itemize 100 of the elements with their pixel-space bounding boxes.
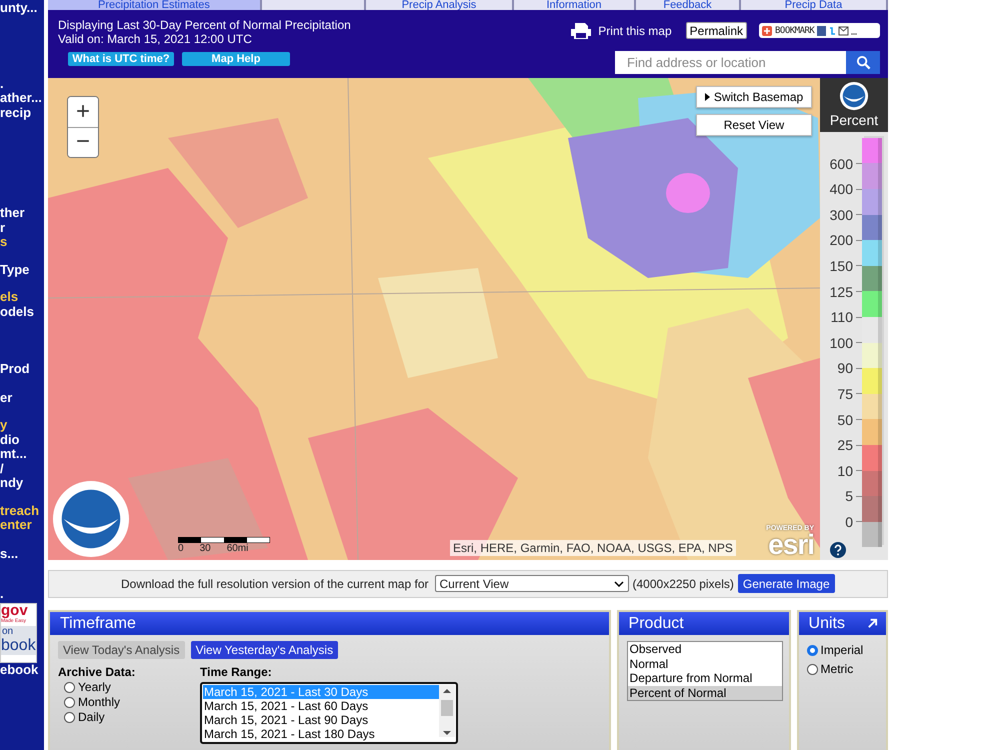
printer-icon[interactable] (570, 22, 592, 39)
legend-label: 0 (845, 514, 853, 530)
archive-label: Archive Data: (58, 664, 136, 680)
legend-label: 110 (830, 309, 853, 326)
legend-label: 125 (830, 284, 853, 300)
search-field[interactable]: Find address or location (615, 51, 846, 74)
legend-label: 400 (830, 181, 853, 198)
arrow-icon[interactable] (867, 618, 878, 629)
sidebar-link[interactable]: . (0, 76, 44, 91)
reset-view-button[interactable]: Reset View (696, 114, 812, 136)
sidebar-link[interactable]: y (0, 418, 44, 432)
sidebar-link[interactable]: . (0, 587, 44, 602)
legend-title: Percent (830, 110, 878, 129)
scale-label: 0 (178, 542, 184, 554)
list-option[interactable]: March 15, 2021 - Last 180 Days (203, 727, 439, 741)
radio-button[interactable] (64, 697, 75, 708)
sidebar-link[interactable]: ndy (0, 476, 44, 490)
legend-label: 75 (837, 386, 853, 402)
search-icon (856, 55, 870, 70)
seal-logo-icon (52, 480, 130, 558)
analysis-button[interactable]: View Today's Analysis (58, 641, 185, 659)
sidebar-link[interactable]: treach (0, 504, 44, 518)
sidebar-link[interactable]: er (0, 390, 44, 405)
legend-label: 300 (830, 206, 853, 223)
radio-button[interactable] (64, 682, 75, 693)
product-list[interactable]: Observed Normal Departure from Normal Percent of Normal (626, 641, 783, 701)
sidebar-link[interactable]: mt... (0, 447, 44, 462)
nav-tab[interactable]: Precip Analysis (366, 0, 514, 10)
generate-image-button[interactable]: Generate Image (738, 574, 835, 594)
analysis-button[interactable]: View Yesterday's Analysis (190, 641, 338, 659)
legend-label: 100 (830, 334, 853, 351)
help-icon[interactable] (830, 542, 846, 558)
panel-header-title: Units (808, 614, 845, 634)
nav-tab[interactable]: Information (514, 0, 636, 10)
legend-label: 200 (830, 232, 853, 248)
nav-tab[interactable]: Precip Data (741, 0, 888, 10)
legend-label: 50 (837, 412, 853, 428)
zoom-out-button[interactable]: − (68, 126, 98, 157)
nav-tab[interactable]: Precipitation Estimates (48, 0, 262, 10)
nav-tab[interactable] (262, 0, 366, 10)
radio-button[interactable] (806, 664, 818, 675)
scrollbar[interactable] (439, 685, 455, 737)
legend-label: 150 (830, 258, 853, 274)
panel-header: Product (618, 612, 789, 635)
sidebar-link[interactable]: s... (0, 546, 44, 561)
radio-label: Imperial (820, 642, 864, 659)
bookmark-button[interactable]: BOOKMARK (759, 23, 880, 38)
sidebar-link[interactable]: Type (0, 262, 44, 277)
radio-button[interactable] (806, 645, 818, 656)
radio-label: Daily (78, 710, 105, 725)
map-title: Displaying Last 30-Day Percent of Normal Precipitation (58, 18, 351, 32)
scale-label: 60mi (226, 542, 248, 554)
image-size: (4000x2250 pixels) (632, 576, 734, 591)
list-option[interactable]: March 15, 2021 - Last 90 Days (203, 713, 439, 727)
list-option[interactable]: Percent of Normal (628, 686, 782, 700)
legend-label: 5 (845, 488, 853, 504)
triangle-icon (704, 92, 710, 101)
legend-label: 600 (830, 156, 853, 172)
list-option[interactable]: March 15, 2021 - Last 60 Days (203, 699, 439, 713)
legend-label: 25 (837, 437, 853, 454)
sidebar-link[interactable]: odels (0, 304, 44, 319)
sidebar-link[interactable]: / (0, 462, 44, 476)
view-select[interactable]: Current View (434, 575, 628, 592)
legend-label: 10 (837, 462, 853, 479)
switch-basemap-button[interactable]: Switch Basemap (696, 86, 812, 108)
sidebar-link[interactable]: enter (0, 518, 44, 532)
banner-brand: gov (1, 604, 28, 618)
permalink-button[interactable]: Permalink (686, 22, 747, 40)
time-range-label: Time Range: (200, 664, 273, 680)
print-link[interactable]: Print this map (598, 24, 672, 38)
list-option[interactable]: Normal (628, 656, 782, 671)
sidebar-link[interactable]: r (0, 220, 44, 235)
legend-label: 90 (837, 360, 853, 376)
valid-time: Valid on: March 15, 2021 12:00 UTC (58, 32, 253, 46)
scale-label: 30 (200, 542, 211, 554)
sidebar-link[interactable]: s (0, 235, 44, 250)
radio-label: Monthly (78, 695, 120, 710)
banner-text: on (1, 626, 36, 636)
seal-logo-icon (839, 80, 869, 111)
sidebar-link[interactable]: ebook (0, 662, 44, 677)
search-button[interactable] (846, 51, 880, 74)
sidebar-link[interactable]: ther (0, 206, 44, 220)
list-option[interactable]: Departure from Normal (628, 671, 782, 686)
sidebar-link[interactable]: Prod (0, 362, 44, 376)
caret-icon (614, 580, 624, 587)
map-attribution: Esri, HERE, Garmin, FAO, NOAA, USGS, EPA, NPS (450, 540, 736, 556)
list-option[interactable]: Observed (628, 642, 782, 656)
radio-button[interactable] (64, 712, 75, 723)
panel-header: Timeframe (50, 612, 609, 635)
nav-tab[interactable]: Feedback (636, 0, 741, 10)
sidebar-link[interactable]: dio (0, 432, 44, 447)
sidebar-link[interactable]: unty... (0, 1, 44, 16)
download-text: Download the full resolution version of the current map for (121, 576, 428, 591)
sidebar-link[interactable]: els (0, 290, 44, 304)
sidebar-link[interactable]: recip (0, 106, 44, 120)
time-range-list[interactable]: March 15, 2021 - Last 30 Days March 15, 2021 - Last 60 Days March 15, 2021 - Last 90 Days March 15, 2021 - Last 180 Days (200, 682, 458, 744)
radio-label: Metric (820, 661, 854, 678)
share-icons (817, 26, 858, 36)
sidebar-link[interactable]: ather... (0, 91, 44, 106)
radio-label: Yearly (78, 680, 111, 695)
